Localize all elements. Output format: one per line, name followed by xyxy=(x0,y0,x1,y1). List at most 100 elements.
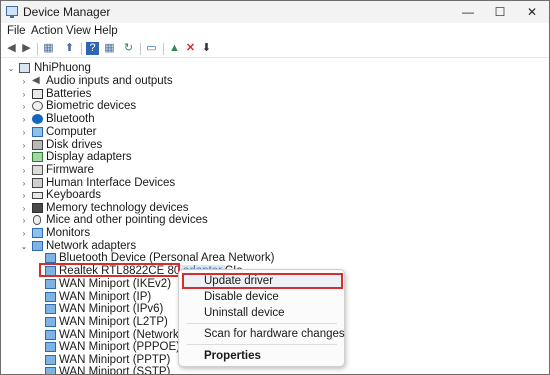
device-manager-window: Device Manager — ☐ ✕ File Action View He… xyxy=(0,0,550,375)
tree-category[interactable]: › Keyboards xyxy=(1,189,251,202)
computer-icon xyxy=(19,63,30,73)
uninstall-icon[interactable]: ✕ xyxy=(184,42,197,55)
network-adapter-icon xyxy=(45,304,56,314)
toolbar-separator xyxy=(140,43,141,55)
chevron-right-icon[interactable]: › xyxy=(20,227,28,240)
view-icon[interactable]: ▦ xyxy=(103,42,116,55)
category-label: Monitors xyxy=(46,227,91,239)
tree-device[interactable]: WAN Miniport (PPPOE) xyxy=(1,341,181,354)
minimize-button[interactable]: — xyxy=(453,2,483,22)
device-label: WAN Miniport (SSTP) xyxy=(59,366,171,375)
title-bar: Device Manager — ☐ ✕ xyxy=(1,1,549,23)
tree-category[interactable]: › Monitors xyxy=(1,227,251,240)
tree-device[interactable]: WAN Miniport (SSTP) xyxy=(1,366,181,375)
device-label: WAN Miniport (IKEv2) xyxy=(59,278,172,290)
window-title: Device Manager xyxy=(23,5,111,19)
network-adapter-icon xyxy=(45,355,56,365)
network-adapter-icon xyxy=(32,241,43,251)
device-label: WAN Miniport (L2TP) xyxy=(59,316,168,328)
disk-drive-icon xyxy=(32,140,43,150)
chevron-right-icon[interactable]: › xyxy=(20,151,28,164)
network-adapter-icon xyxy=(45,279,56,289)
properties-icon[interactable]: ▦ xyxy=(42,42,55,55)
monitor-icon[interactable]: ▭ xyxy=(145,42,158,55)
category-label: Mice and other pointing devices xyxy=(46,214,208,226)
computer-icon xyxy=(32,127,43,137)
mouse-icon xyxy=(33,215,41,225)
tree-category[interactable]: › Mice and other pointing devices xyxy=(1,214,251,227)
network-adapter-icon xyxy=(45,342,56,352)
scan-hardware-icon[interactable]: ↻ xyxy=(122,42,135,55)
hid-icon xyxy=(32,178,43,188)
enable-device-icon[interactable]: ▲ xyxy=(168,42,181,55)
category-label: Computer xyxy=(46,126,97,138)
memory-icon xyxy=(32,203,43,213)
bluetooth-icon xyxy=(32,114,43,124)
speaker-icon: ◀ xyxy=(32,75,40,86)
maximize-button[interactable]: ☐ xyxy=(485,2,515,22)
close-button[interactable]: ✕ xyxy=(517,2,547,22)
network-adapter-icon xyxy=(45,253,56,263)
tree-category[interactable]: › Bluetooth xyxy=(1,113,251,126)
toolbar-separator xyxy=(81,43,82,55)
tree-device[interactable]: WAN Miniport (IPv6) xyxy=(1,303,181,316)
keyboard-icon xyxy=(32,192,43,199)
chevron-right-icon[interactable]: › xyxy=(20,75,28,88)
menu-view[interactable]: View xyxy=(66,25,91,37)
chevron-right-icon[interactable]: › xyxy=(20,214,28,227)
tree-device[interactable]: WAN Miniport (IKEv2) xyxy=(1,278,181,291)
root-label: NhiPhuong xyxy=(34,62,91,74)
update-driver-menu-item[interactable]: Update driver xyxy=(204,275,273,287)
network-adapter-icon xyxy=(45,317,56,327)
device-label: WAN Miniport (IPv6) xyxy=(59,303,164,315)
scan-hardware-menu-item[interactable]: Scan for hardware changes xyxy=(204,328,345,340)
chevron-right-icon[interactable]: › xyxy=(20,189,28,202)
network-adapter-icon xyxy=(45,367,56,374)
toolbar-separator xyxy=(37,43,38,55)
category-label: Biometric devices xyxy=(46,100,137,112)
properties-menu-item[interactable]: Properties xyxy=(204,350,261,362)
chevron-down-icon[interactable]: ⌄ xyxy=(7,62,15,75)
network-adapter-icon xyxy=(45,292,56,302)
context-menu: Update driver Disable device Uninstall d… xyxy=(178,269,345,367)
tree-category[interactable]: › Biometric devices xyxy=(1,100,251,113)
chevron-right-icon[interactable]: › xyxy=(20,126,28,139)
uninstall-device-menu-item[interactable]: Uninstall device xyxy=(204,307,285,319)
category-label: Audio inputs and outputs xyxy=(46,75,173,87)
menu-help[interactable]: Help xyxy=(94,25,118,37)
chevron-right-icon[interactable]: › xyxy=(20,164,28,177)
disable-device-menu-item[interactable]: Disable device xyxy=(204,291,279,303)
download-icon[interactable]: ⬇ xyxy=(200,42,213,55)
category-label: Bluetooth xyxy=(46,113,95,125)
tree-category[interactable]: › Display adapters xyxy=(1,151,251,164)
toolbar-separator xyxy=(163,43,164,55)
battery-icon xyxy=(32,89,43,99)
firmware-icon xyxy=(32,165,43,175)
tree-root[interactable]: ⌄ NhiPhuong xyxy=(1,62,201,75)
fingerprint-icon xyxy=(32,101,43,111)
toolbar: ◀ ▶ ▦ ⬆ ? ▦ ↻ ▭ ▲ ✕ ⬇ xyxy=(1,40,549,58)
display-adapter-icon xyxy=(32,152,43,162)
category-label: Firmware xyxy=(46,164,94,176)
back-icon[interactable]: ◀ xyxy=(5,42,18,55)
device-label: WAN Miniport (PPPOE) xyxy=(59,341,180,353)
category-label: Display adapters xyxy=(46,151,132,163)
menu-file[interactable]: File xyxy=(7,25,26,37)
tree-device[interactable]: WAN Miniport (L2TP) xyxy=(1,316,181,329)
tree-category[interactable]: › ◀ Audio inputs and outputs xyxy=(1,75,251,88)
help-icon[interactable]: ? xyxy=(86,42,99,55)
menu-separator xyxy=(187,323,337,324)
selected-device-highlight xyxy=(39,263,180,277)
menu-separator xyxy=(187,344,337,345)
device-manager-icon xyxy=(6,6,18,18)
chevron-right-icon[interactable]: › xyxy=(20,100,28,113)
network-adapter-icon xyxy=(45,330,56,340)
update-driver-icon[interactable]: ⬆ xyxy=(63,42,76,55)
tree-category[interactable]: › Firmware xyxy=(1,164,251,177)
forward-icon[interactable]: ▶ xyxy=(20,42,33,55)
chevron-right-icon[interactable]: › xyxy=(20,113,28,126)
menu-action[interactable]: Action xyxy=(31,25,63,37)
category-label: Keyboards xyxy=(46,189,101,201)
tree-category[interactable]: › Computer xyxy=(1,126,251,139)
monitor-icon xyxy=(32,228,43,238)
